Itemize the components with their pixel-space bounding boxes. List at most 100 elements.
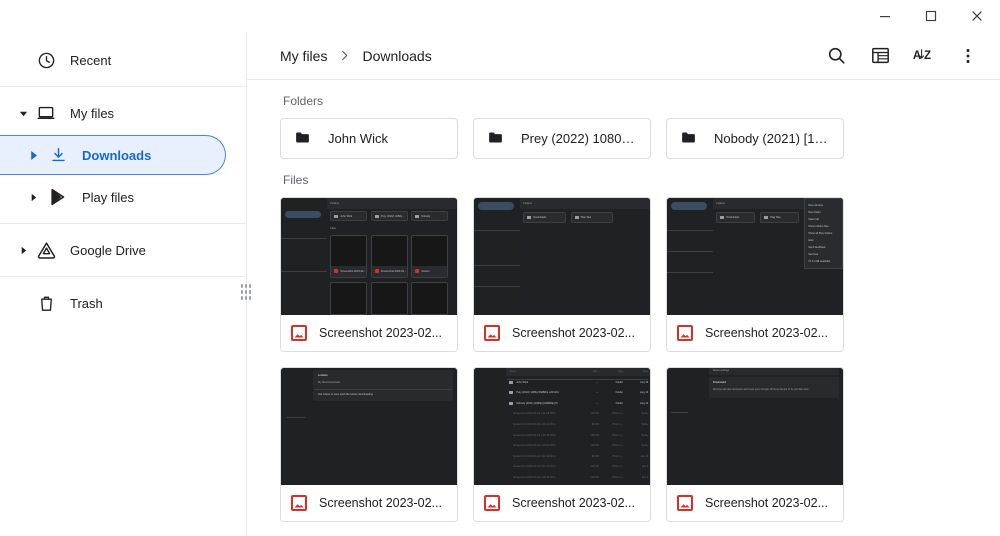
close-icon (972, 11, 982, 21)
close-button[interactable] (954, 0, 1000, 32)
file-name: Screenshot 2023-02... (319, 496, 442, 510)
toolbar: My files Downloads A Z (247, 32, 1000, 80)
file-thumbnail: Folders Downloads Play files (474, 198, 650, 315)
thumb-context-menu: New window New folder Select all Show hi… (804, 198, 843, 269)
image-icon (291, 495, 307, 511)
file-card[interactable]: Reset settings Powerwash Remove all user… (666, 367, 844, 522)
clock-icon (32, 51, 60, 70)
sidebar-item-play-files[interactable]: Play files (0, 177, 226, 217)
sidebar-item-trash[interactable]: Trash (0, 283, 226, 323)
thumb-menu-item: New folder (808, 211, 821, 214)
thumbnail-content-list-view: Name Size Type Date John Wick -- Folder Aug… (474, 368, 650, 485)
thumb-menu-item: Select all (808, 218, 819, 221)
window-title-bar (0, 0, 1000, 32)
image-icon (484, 325, 500, 341)
sidebar-item-label: Trash (70, 295, 103, 311)
folder-chip[interactable]: Prey (2022) 1080p ... (473, 118, 651, 159)
thumb-label: Folders (523, 201, 532, 205)
download-icon (44, 146, 72, 165)
sidebar-item-label: Google Drive (70, 242, 146, 258)
folders-section-label: Folders (283, 94, 324, 108)
chevron-right-icon (339, 50, 350, 61)
thumb-chip-label: Prey (2022) 1080p .. (380, 214, 405, 218)
main-panel: My files Downloads A Z Folders John Wick… (247, 32, 1000, 536)
maximize-button[interactable] (908, 0, 954, 32)
file-card-footer: Screenshot 2023-02... (667, 315, 843, 351)
thumbnail-content-files-grid: Folders John Wick Prey (2022) 1080p .. N… (281, 198, 457, 315)
thumb-chip-label: Downloads (533, 215, 547, 219)
chevron-right-icon[interactable] (22, 193, 44, 202)
search-button[interactable] (816, 36, 856, 76)
list-view-icon (871, 47, 889, 64)
file-name: Screenshot 2023-02... (512, 326, 635, 340)
thumb-row-name: Screenshot 2023-02-19 1.00.33 PM.p (512, 433, 556, 437)
thumb-menu-item: Send feedback (808, 246, 826, 249)
sidebar-item-label: Downloads (82, 147, 152, 163)
folder-icon (680, 129, 697, 149)
chevron-right-icon[interactable] (14, 246, 32, 255)
app-body: Recent My files Downloads Play files Goo… (0, 32, 1000, 536)
files-app-window: Recent My files Downloads Play files Goo… (0, 0, 1000, 536)
thumb-row-name: Screenshot 2023-02-19 1.00.41 PM.p (512, 422, 556, 426)
folder-name: John Wick (328, 131, 388, 146)
breadcrumb-item-downloads[interactable]: Downloads (362, 48, 431, 64)
thumb-col-header: Type (617, 370, 623, 374)
thumbnail-content-my-files: Folders Downloads Play files (474, 198, 650, 315)
sort-button[interactable]: A Z (904, 36, 944, 76)
thumb-row-name: Prey (2022) 1080p WEBRip x264-RA (516, 391, 560, 395)
minimize-icon (880, 16, 890, 18)
minimize-button[interactable] (862, 0, 908, 32)
file-card[interactable]: Folders Downloads Play files Screenshot … (473, 197, 651, 352)
thumbnail-content-context-menu: Folders Downloads Play files New window … (667, 198, 843, 315)
sidebar-divider (0, 276, 246, 277)
thumb-card-label: Screenshot 2023-02.. (340, 269, 366, 273)
thumbnail-content-powerwash-settings: Reset settings Powerwash Remove all user… (667, 368, 843, 485)
thumb-chip-label: Play files (770, 215, 781, 219)
laptop-icon (32, 103, 60, 123)
navigation-sidebar: Recent My files Downloads Play files Goo… (0, 32, 251, 536)
sidebar-item-my-files[interactable]: My files (0, 93, 226, 133)
file-thumbnail: Location My files Downloads Ask where to… (281, 368, 457, 485)
thumb-row-name: Nobody (2021) [1080p] [WEBRip] [5. (516, 401, 559, 405)
file-list-container[interactable]: Folders John Wick Prey (2022) 1080p ... … (247, 80, 1000, 536)
file-thumbnail: Folders Downloads Play files New window … (667, 198, 843, 315)
folder-chip[interactable]: John Wick (280, 118, 458, 159)
files-grid: Folders John Wick Prey (2022) 1080p .. N… (280, 197, 1000, 522)
thumb-path: My files Downloads (317, 380, 341, 384)
search-icon (828, 47, 845, 64)
folder-chip[interactable]: Nobody (2021) [108... (666, 118, 844, 159)
file-card[interactable]: Folders John Wick Prey (2022) 1080p .. N… (280, 197, 458, 352)
folder-icon (487, 129, 504, 149)
thumb-col-header: Size (592, 370, 598, 374)
file-card[interactable]: Name Size Type Date John Wick -- Folder Aug… (473, 367, 651, 522)
image-icon (677, 325, 693, 341)
maximize-icon (925, 10, 937, 22)
sidebar-item-downloads[interactable]: Downloads (0, 135, 226, 175)
thumb-menu-item: Services (808, 253, 819, 256)
thumb-chip-label: Downloads (726, 215, 740, 219)
more-menu-button[interactable] (948, 36, 988, 76)
file-card-footer: Screenshot 2023-02... (667, 485, 843, 521)
file-card[interactable]: Folders Downloads Play files New window … (666, 197, 844, 352)
thumb-chip-label: Nobody (421, 214, 431, 218)
thumb-menu-item: New window (808, 204, 823, 207)
thumb-option: Ask where to save each file before downl… (317, 392, 373, 396)
breadcrumb-item-my-files[interactable]: My files (280, 48, 327, 64)
sort-az-icon: A Z (913, 49, 931, 62)
chevron-right-icon[interactable] (22, 150, 44, 160)
thumb-col-header: Date (642, 370, 649, 374)
thumb-heading: Powerwash (712, 380, 727, 384)
file-card[interactable]: Location My files Downloads Ask where to… (280, 367, 458, 522)
sidebar-item-google-drive[interactable]: Google Drive (0, 230, 226, 270)
thumb-body: Remove all user accounts and reset your … (712, 387, 809, 391)
thumb-row-name: Screenshot 2023-01-12 3.22.46 AM.p (512, 454, 556, 458)
google-drive-icon (32, 240, 60, 261)
file-card-footer: Screenshot 2023-02... (474, 485, 650, 521)
chevron-down-icon[interactable] (14, 109, 32, 118)
sidebar-item-recent[interactable]: Recent (0, 40, 226, 80)
file-thumbnail: Name Size Type Date John Wick -- Folder Aug… (474, 368, 650, 485)
thumb-label: Folders (716, 201, 725, 205)
view-toggle-button[interactable] (860, 36, 900, 76)
sidebar-divider (0, 223, 246, 224)
thumb-row-name: John Wick (516, 380, 529, 384)
